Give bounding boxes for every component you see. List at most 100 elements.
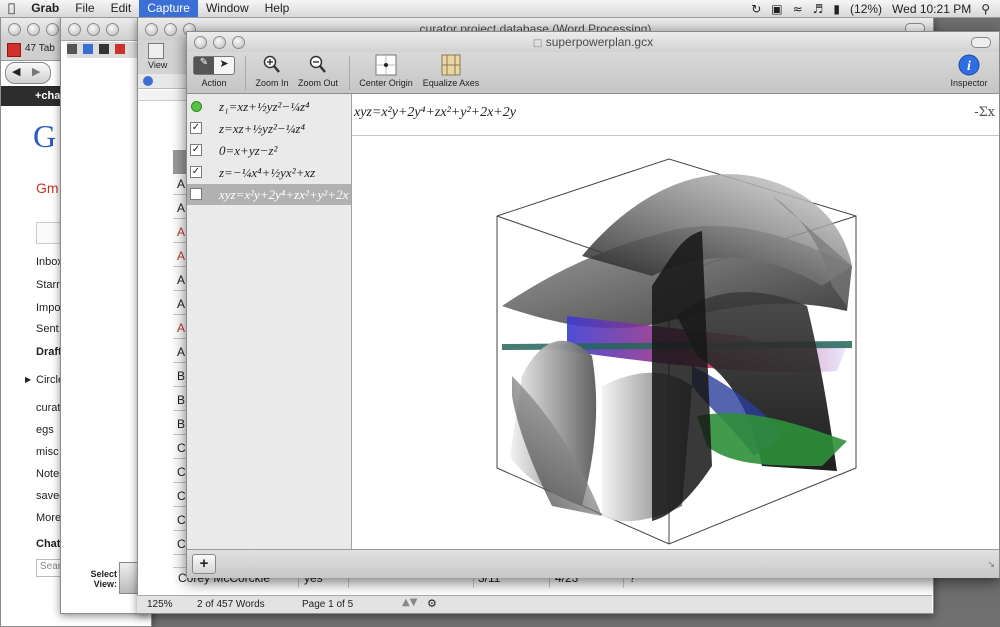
nav-important[interactable]: Impo — [36, 302, 60, 314]
clipboard-icon[interactable] — [99, 44, 109, 54]
equation-text[interactable]: z=−¼x⁴+½yx²+xz — [219, 165, 315, 181]
equalize-axes-tool[interactable]: Equalize Axes — [419, 52, 483, 88]
minimize-button[interactable] — [27, 23, 40, 36]
toolbar-divider — [349, 56, 350, 90]
nav-inbox[interactable]: Inbox — [36, 256, 63, 268]
nav-more[interactable]: More — [36, 512, 61, 524]
menu-edit[interactable]: Edit — [103, 0, 140, 17]
zoom-in-icon — [263, 55, 280, 73]
nav-sent[interactable]: Sent — [36, 323, 59, 335]
label-misc[interactable]: misc — [36, 446, 59, 458]
zoom-out-icon — [309, 55, 326, 73]
menu-window[interactable]: Window — [198, 0, 257, 17]
center-origin-label: Center Origin — [359, 78, 413, 88]
google-logo: G — [33, 118, 57, 154]
tab-favicon-icon — [7, 43, 21, 57]
equation-checkbox[interactable]: ✓ — [190, 144, 202, 156]
resize-grip-icon[interactable]: ↘ — [987, 560, 995, 570]
zoom-in-tool[interactable]: Zoom In — [251, 52, 293, 88]
nav-starred[interactable]: Starr — [36, 279, 60, 291]
inspector-label: Inspector — [950, 78, 988, 88]
back-forward-buttons[interactable]: ◀ ▶ — [5, 62, 51, 84]
view-label[interactable]: View — [148, 60, 167, 70]
label-curator[interactable]: curat — [36, 402, 60, 414]
wifi-icon[interactable]: ≈ — [793, 2, 803, 16]
equation-checkbox[interactable]: ✓ — [190, 166, 202, 178]
spotlight-icon[interactable]: ⚲ — [981, 2, 990, 16]
display-icon[interactable]: ▣ — [771, 2, 782, 16]
close-button[interactable] — [68, 23, 81, 36]
pdf-icon[interactable] — [115, 44, 125, 54]
nav-drafts[interactable]: Draft — [36, 346, 62, 358]
battery-icon[interactable]: ▮ — [833, 2, 840, 16]
center-origin-tool[interactable]: Center Origin — [355, 52, 417, 88]
chat-search-placeholder: Sear — [40, 561, 62, 572]
toolbar-icon[interactable] — [67, 44, 77, 54]
equation-text[interactable]: z₁=xz+½yz²−¼z⁴ — [219, 99, 310, 115]
equation-text[interactable]: z=xz+½yz²−¼z⁴ — [219, 121, 305, 137]
graph-area[interactable] — [352, 136, 999, 549]
3d-surface-plot[interactable] — [352, 136, 999, 549]
menu-capture[interactable]: Capture — [139, 0, 198, 17]
inspector-tool[interactable]: i Inspector — [945, 52, 993, 88]
formula-bar[interactable]: xyz=x²y+2y⁴+zx²+y²+2x+2y -Σx — [352, 94, 999, 136]
tab-label[interactable]: 47 Tab — [25, 43, 55, 54]
app-menu[interactable]: Grab — [23, 0, 67, 17]
page-number: Page 1 of 5 — [302, 599, 354, 610]
toolbar-icon[interactable] — [83, 44, 93, 54]
hand-tool-icon[interactable]: ✎ — [194, 56, 214, 74]
expand-arrow-icon[interactable]: ▶ — [25, 375, 31, 384]
equation-item[interactable]: ✓ z=−¼x⁴+½yx²+xz — [187, 162, 351, 183]
zoom-out-tool[interactable]: Zoom Out — [293, 52, 343, 88]
pointer-tool-icon[interactable]: ➤ — [214, 57, 234, 74]
equation-checkbox[interactable]: ✓ — [190, 122, 202, 134]
zoom-in-label: Zoom In — [255, 78, 289, 88]
grapher-toolbar: ✎ ➤ Action Zoom In Zoom Out Center Origi… — [187, 52, 999, 94]
back-icon[interactable]: ◀ — [12, 65, 20, 78]
zoom-level[interactable]: 125% — [147, 599, 173, 610]
chat-heading: Chat — [36, 538, 61, 550]
equation-text[interactable]: xyz=x²y+2y⁴+zx²+y²+2x — [219, 187, 348, 203]
grapher-window: □ superpowerplan.gcx ✎ ➤ Action Zoom In … — [186, 31, 1000, 578]
gear-icon[interactable]: ⚙ — [427, 597, 437, 610]
svg-text:i: i — [967, 59, 971, 74]
forward-icon[interactable]: ▶ — [32, 65, 40, 78]
toolbar-divider — [245, 56, 246, 90]
page-nav-icon[interactable]: ▲▼ — [402, 597, 417, 608]
menu-help[interactable]: Help — [257, 0, 298, 17]
action-label: Action — [201, 78, 227, 88]
styles-icon[interactable] — [143, 76, 153, 86]
apple-menu-icon[interactable]:  — [0, 0, 23, 17]
google-bar-link[interactable]: +cha — [35, 90, 60, 102]
inspector-icon: i — [958, 54, 980, 76]
equation-palette-icon[interactable]: -Σx — [974, 105, 995, 120]
equation-item[interactable]: ✓ 0=x+yz−z² — [187, 140, 351, 161]
toolbar-toggle-button[interactable] — [971, 37, 991, 48]
equation-text[interactable]: 0=x+yz−z² — [219, 143, 277, 159]
gmail-label[interactable]: Gm — [36, 180, 59, 196]
ruler[interactable] — [138, 90, 188, 101]
add-equation-button[interactable]: + — [192, 554, 216, 574]
menu-bar:  Grab File Edit Capture Window Help ↻ ▣… — [0, 0, 1000, 18]
format-bar — [138, 74, 188, 89]
volume-icon[interactable]: ♬ — [813, 2, 824, 16]
formula-text[interactable]: xyz=x²y+2y⁴+zx²+y²+2x+2y — [354, 105, 516, 121]
equation-item[interactable]: z₁=xz+½yz²−¼z⁴ — [187, 96, 351, 117]
label-egs[interactable]: egs — [36, 424, 54, 436]
equation-checkbox[interactable]: ✓ — [190, 188, 202, 200]
sync-icon[interactable]: ↻ — [751, 2, 761, 16]
clock[interactable]: Wed 10:21 PM — [892, 2, 971, 16]
zoom-button[interactable] — [106, 23, 119, 36]
close-button[interactable] — [8, 23, 21, 36]
status-dot-icon — [191, 101, 202, 112]
equation-item[interactable]: ✓ z=xz+½yz²−¼z⁴ — [187, 118, 351, 139]
view-icon[interactable] — [148, 43, 164, 59]
menu-file[interactable]: File — [67, 0, 102, 17]
minimize-button[interactable] — [87, 23, 100, 36]
action-tool[interactable]: ✎ ➤ Action — [191, 52, 237, 88]
zoom-button[interactable] — [46, 23, 59, 36]
center-origin-icon — [375, 54, 397, 76]
word-status-bar: 125% 2 of 457 Words Page 1 of 5 ▲▼ ⚙ — [137, 595, 932, 613]
document-icon: □ — [532, 38, 543, 49]
equation-item-selected[interactable]: ✓ xyz=x²y+2y⁴+zx²+y²+2x — [187, 184, 351, 205]
